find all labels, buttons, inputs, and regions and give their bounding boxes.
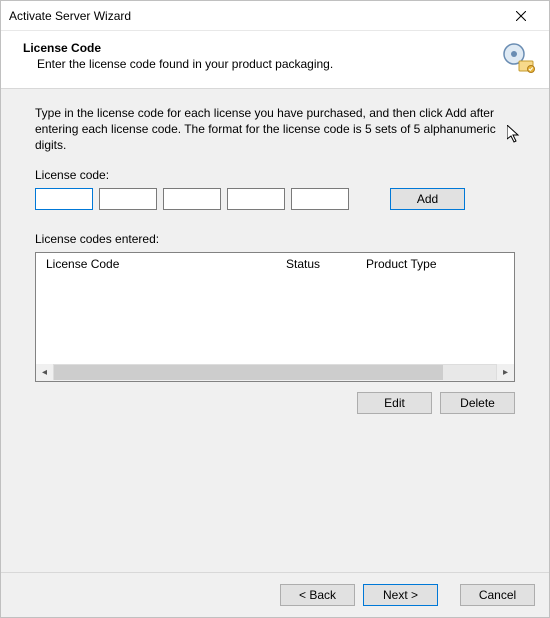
close-button[interactable]: [501, 2, 541, 30]
license-segment-5[interactable]: [291, 188, 349, 210]
wizard-header: License Code Enter the license code foun…: [1, 31, 549, 89]
license-icon: [501, 41, 535, 75]
license-segment-1[interactable]: [35, 188, 93, 210]
header-text: License Code Enter the license code foun…: [23, 41, 495, 71]
window-title: Activate Server Wizard: [9, 9, 501, 23]
license-codes-table: License Code Status Product Type ◂ ▸: [35, 252, 515, 382]
scroll-thumb[interactable]: [54, 365, 443, 380]
content-area: Type in the license code for each licens…: [1, 89, 549, 573]
license-code-row: Add: [35, 188, 515, 210]
column-product-type[interactable]: Product Type: [360, 254, 460, 274]
license-code-label: License code:: [35, 168, 515, 182]
next-button[interactable]: Next >: [363, 584, 438, 606]
cancel-button[interactable]: Cancel: [460, 584, 535, 606]
add-button[interactable]: Add: [390, 188, 465, 210]
table-actions: Edit Delete: [35, 392, 515, 414]
table-header: License Code Status Product Type: [36, 253, 514, 275]
scroll-track[interactable]: [53, 365, 497, 380]
column-status[interactable]: Status: [280, 254, 360, 274]
license-segment-3[interactable]: [163, 188, 221, 210]
entered-codes-label: License codes entered:: [35, 232, 515, 246]
header-subtitle: Enter the license code found in your pro…: [37, 57, 495, 71]
delete-button[interactable]: Delete: [440, 392, 515, 414]
back-button[interactable]: < Back: [280, 584, 355, 606]
scroll-left-arrow-icon[interactable]: ◂: [36, 364, 53, 381]
license-segment-2[interactable]: [99, 188, 157, 210]
header-title: License Code: [23, 41, 495, 55]
wizard-footer: < Back Next > Cancel: [1, 573, 549, 617]
instructions-text: Type in the license code for each licens…: [35, 105, 515, 154]
close-icon: [516, 11, 526, 21]
titlebar: Activate Server Wizard: [1, 1, 549, 31]
horizontal-scrollbar[interactable]: ◂ ▸: [36, 364, 514, 381]
edit-button[interactable]: Edit: [357, 392, 432, 414]
column-license-code[interactable]: License Code: [40, 254, 280, 274]
table-body: [36, 275, 514, 364]
scroll-right-arrow-icon[interactable]: ▸: [497, 364, 514, 381]
license-segment-4[interactable]: [227, 188, 285, 210]
